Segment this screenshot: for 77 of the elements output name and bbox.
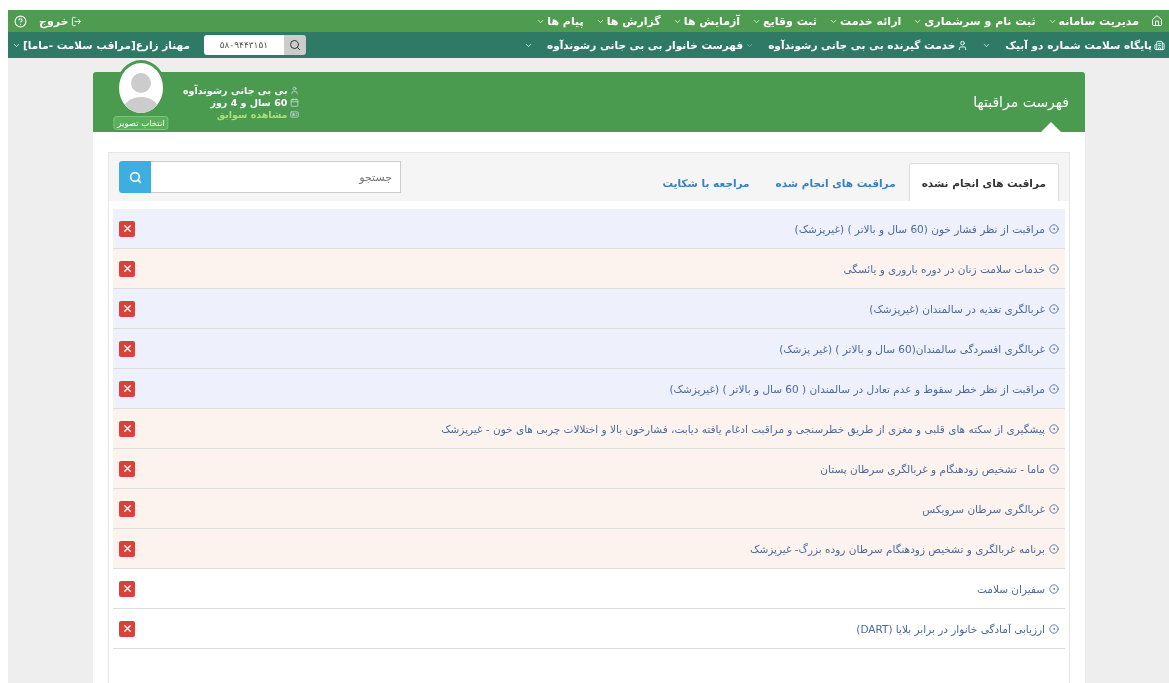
radio-icon (1049, 503, 1059, 514)
tab[interactable]: مراجعه با شکایت (649, 163, 763, 201)
care-item-link[interactable]: خدمات سلامت زنان در دوره باروری و یائسگی (843, 262, 1045, 275)
radio-icon (1049, 423, 1059, 434)
care-item-link[interactable]: سفیران سلامت (976, 582, 1045, 595)
help-icon[interactable] (14, 14, 27, 28)
logout-link[interactable]: خروج (39, 14, 82, 28)
menu-item[interactable]: ثبت وقایع (752, 14, 817, 28)
radio-icon (1049, 223, 1059, 234)
delete-button[interactable] (119, 380, 135, 397)
delete-button[interactable] (119, 500, 135, 517)
user-icon (957, 39, 969, 51)
care-item-link[interactable]: غربالگری سرطان سرویکس (922, 502, 1045, 515)
close-icon (121, 303, 133, 314)
menu-item[interactable]: مدیریت سامانه (1047, 14, 1139, 28)
delete-button[interactable] (119, 300, 135, 317)
delete-button[interactable] (119, 220, 135, 237)
close-icon (121, 263, 133, 274)
search-button[interactable] (283, 35, 306, 55)
close-icon (121, 543, 133, 554)
choose-photo-button[interactable]: انتخاب تصویر (113, 116, 169, 130)
context-item[interactable]: فهرست خانوار بی بی جانی رشوندآوه (546, 39, 744, 51)
care-item-link[interactable]: پیشگیری از سکته های قلبی و مغزی از طریق خطرسنجی و مراقبت ادغام یافته دیابت، فشارخون بالا و اختلالات چربی های خون - غیرپزشک (441, 422, 1045, 435)
care-item-link[interactable]: مراقبت از نظر فشار خون (60 سال و بالاتر ) (غیرپزشک) (794, 222, 1045, 235)
user-menu[interactable]: مهناز زارع[مراقب سلامت -ماما] (12, 39, 190, 51)
national-id-field[interactable]: ۵۸۰۹۴۴۳۱۵۱ (203, 35, 284, 55)
delete-button[interactable] (119, 580, 135, 597)
delete-button[interactable] (119, 620, 135, 637)
care-item-link[interactable]: غربالگری افسردگی سالمندان(60 سال و بالاتر ) (غیر پزشک) (779, 342, 1045, 355)
tab[interactable]: مراقبت های انجام نشده (908, 163, 1059, 201)
delete-button[interactable] (119, 260, 135, 277)
close-icon (121, 223, 133, 234)
close-icon (121, 503, 133, 514)
radio-icon (1049, 303, 1059, 314)
radio-icon (1049, 623, 1059, 634)
menu-item[interactable]: آزمایش ها (672, 14, 741, 28)
search-icon (288, 39, 301, 51)
care-item-link[interactable]: مراقبت از نظر خطر سقوط و عدم تعادل در سالمندان ( 60 سال و بالاتر ) (غیرپزشک) (669, 382, 1045, 395)
close-icon (121, 343, 133, 354)
menu-item[interactable]: گزارش ها (595, 14, 661, 28)
pointer-notch (1041, 122, 1061, 132)
client-name: بی بی جانی رشوندآوه (183, 84, 288, 96)
radio-icon (1049, 343, 1059, 354)
context-item[interactable]: پایگاه سلامت شماره دو آبیک (1005, 39, 1152, 51)
building-icon (1154, 39, 1165, 51)
panel-title: فهرست مراقبتها (973, 94, 1069, 110)
search-icon (128, 170, 142, 184)
close-icon (121, 583, 133, 594)
menu-item[interactable]: پیام ها (536, 14, 584, 28)
calendar-icon (290, 97, 300, 107)
care-item-link[interactable]: ماما - تشخیص زودهنگام و غربالگری سرطان پستان (820, 462, 1045, 475)
radio-icon (1049, 543, 1059, 554)
home-icon[interactable] (1151, 15, 1163, 27)
close-icon (121, 623, 133, 634)
user-icon (290, 85, 300, 95)
radio-icon (1049, 583, 1059, 594)
search-field[interactable]: جستجو (151, 161, 401, 193)
menu-item[interactable]: ثبت نام و سرشماری (913, 14, 1036, 28)
care-item-link[interactable]: غربالگری تغذیه در سالمندان (غیرپزشک) (869, 302, 1045, 315)
client-age: 60 سال و 4 روز (210, 96, 288, 108)
radio-icon (1049, 463, 1059, 474)
care-item-link[interactable]: برنامه غربالگری و تشخیص زودهنگام سرطان روده بزرگ- غیرپزشک (750, 542, 1045, 555)
radio-icon (1049, 263, 1059, 274)
delete-button[interactable] (119, 420, 135, 437)
care-item-link[interactable]: ارزیابی آمادگی خانوار در برابر بلایا (DART) (856, 622, 1045, 635)
tab[interactable]: مراقبت های انجام شده (762, 163, 909, 201)
delete-button[interactable] (119, 540, 135, 557)
close-icon (121, 423, 133, 434)
id-card-icon (290, 109, 300, 119)
delete-button[interactable] (119, 340, 135, 357)
logout-icon (70, 15, 82, 27)
radio-icon (1049, 383, 1059, 394)
menu-item[interactable]: ارائه خدمت (829, 14, 902, 28)
close-icon (121, 383, 133, 394)
close-icon (121, 463, 133, 474)
context-item[interactable]: خدمت گیرنده بی بی جانی رشوندآوه (768, 39, 956, 51)
delete-button[interactable] (119, 460, 135, 477)
